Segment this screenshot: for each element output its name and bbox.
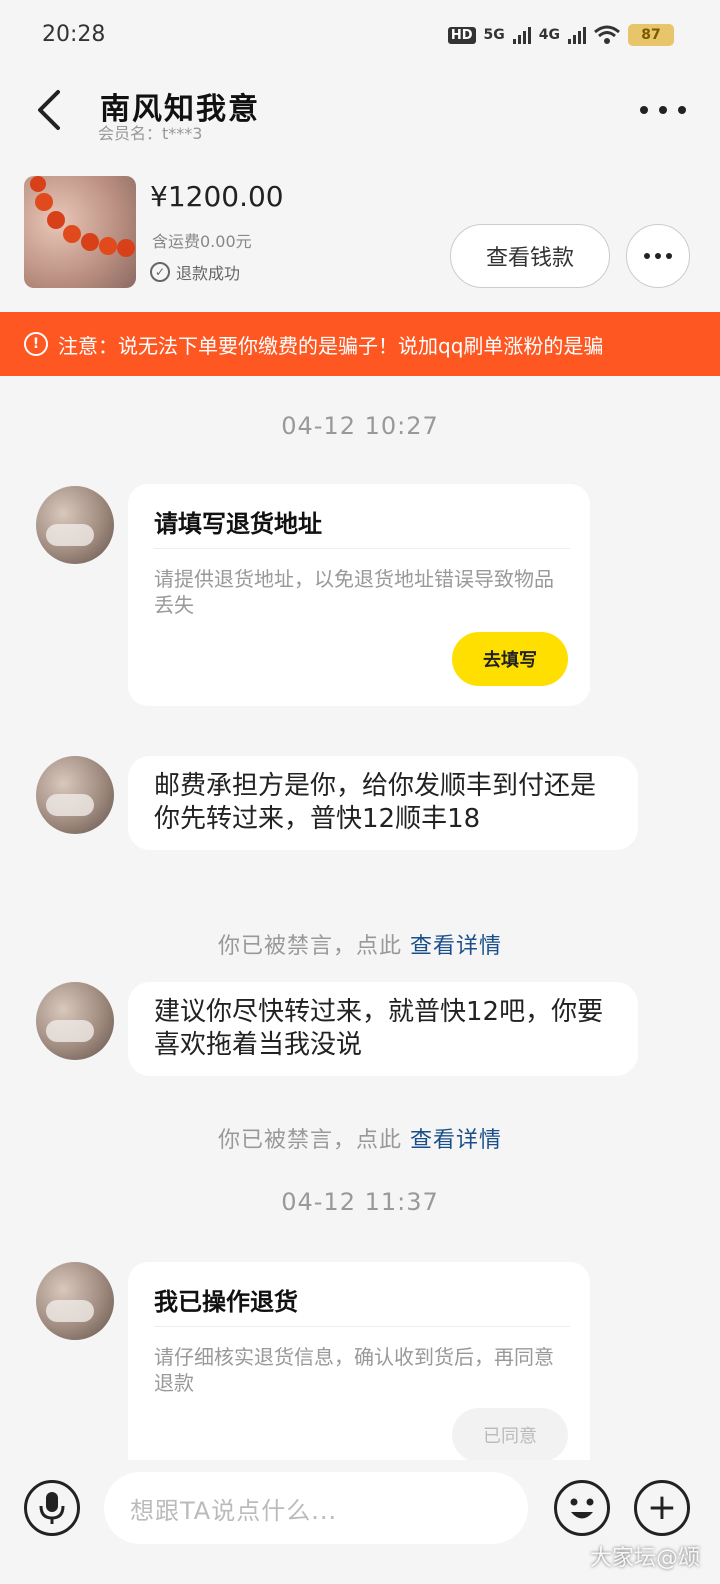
message-input[interactable]: 想跟TA说点什么... — [104, 1472, 528, 1544]
bracelet-image — [30, 176, 135, 257]
status-bar: 20:28 HD 5G 4G 87 — [0, 0, 720, 74]
plus-icon: + — [646, 1487, 678, 1528]
refund-status: ✓ 退款成功 — [150, 260, 240, 284]
order-more-button[interactable] — [626, 224, 690, 288]
dot-icon — [644, 253, 650, 259]
timestamp: 04-12 10:27 — [281, 412, 439, 440]
view-details-link[interactable]: 查看详情 — [410, 934, 502, 959]
watermark: 大家坛@颂 — [589, 1546, 700, 1571]
muted-notice: 你已被禁言，点此 查看详情 — [0, 1122, 720, 1154]
hd-icon: HD — [447, 26, 476, 44]
chevron-left-icon — [38, 90, 60, 130]
signal-icon-2 — [568, 26, 586, 44]
emoji-button[interactable] — [554, 1480, 610, 1536]
status-time: 20:28 — [42, 22, 106, 47]
avatar[interactable] — [36, 486, 114, 564]
message-input-bar: 想跟TA说点什么... + 大家坛@颂 — [0, 1460, 720, 1584]
agreed-button: 已同意 — [452, 1408, 568, 1462]
dot-icon — [678, 106, 686, 114]
dot-icon — [659, 106, 667, 114]
view-details-link[interactable]: 查看详情 — [410, 1128, 502, 1153]
order-price: ¥1200.00 — [150, 180, 284, 213]
muted-notice: 你已被禁言，点此 查看详情 — [0, 928, 720, 960]
divider — [154, 1326, 570, 1327]
refund-status-label: 退款成功 — [176, 264, 241, 283]
avatar[interactable] — [36, 1262, 114, 1340]
return-operated-card: 我已操作退货 请仔细核实退货信息，确认收到货后，再同意退款 已同意 — [128, 1262, 590, 1472]
order-summary: ¥1200.00 含运费0.00元 ✓ 退款成功 查看钱款 — [0, 164, 720, 304]
microphone-icon — [39, 1492, 65, 1524]
check-circle-icon: ✓ — [150, 262, 170, 282]
card-description: 请提供退货地址，以免退货地址错误导致物品丢失 — [154, 567, 554, 617]
alert-icon: ! — [24, 332, 48, 356]
shipping-fee: 含运费0.00元 — [152, 232, 252, 251]
battery-icon: 87 — [628, 24, 674, 46]
fill-address-button[interactable]: 去填写 — [452, 632, 568, 686]
muted-text: 你已被禁言，点此 — [217, 934, 402, 959]
status-icons: HD 5G 4G 87 — [447, 24, 674, 46]
smiley-icon — [570, 1498, 594, 1519]
timestamp: 04-12 11:37 — [281, 1188, 439, 1216]
chat-header: 南风知我意 会员名：t***3 — [0, 74, 720, 154]
message-bubble: 建议你尽快转过来，就普快12吧，你要喜欢拖着当我没说 — [128, 982, 638, 1076]
card-description: 请仔细核实退货信息，确认收到货后，再同意退款 — [154, 1345, 554, 1395]
wifi-icon — [594, 25, 620, 44]
signal-icon — [512, 26, 531, 44]
dot-icon — [655, 253, 661, 259]
network-5g-label: 5G — [483, 27, 505, 43]
view-money-button[interactable]: 查看钱款 — [450, 224, 610, 288]
member-name: 会员名：t***3 — [98, 124, 203, 143]
return-address-card: 请填写退货地址 请提供退货地址，以免退货地址错误导致物品丢失 去填写 — [128, 484, 590, 706]
avatar[interactable] — [36, 982, 114, 1060]
message-bubble: 邮费承担方是你，给你发顺丰到付还是你先转过来，普快12顺丰18 — [128, 756, 638, 850]
warning-text: 注意：说无法下单要你缴费的是骗子！说加qq刷单涨粉的是骗 — [58, 333, 604, 358]
add-attachment-button[interactable]: + — [634, 1480, 690, 1536]
product-thumbnail[interactable] — [24, 176, 136, 288]
dot-icon — [666, 253, 672, 259]
muted-text: 你已被禁言，点此 — [217, 1128, 402, 1153]
scam-warning-banner: ! 注意：说无法下单要你缴费的是骗子！说加qq刷单涨粉的是骗 — [0, 312, 720, 376]
voice-button[interactable] — [24, 1480, 80, 1536]
divider — [154, 548, 570, 549]
back-button[interactable] — [30, 88, 70, 132]
card-title: 我已操作退货 — [154, 1287, 298, 1316]
card-title: 请填写退货地址 — [154, 509, 322, 538]
more-menu-button[interactable] — [640, 96, 686, 124]
dot-icon — [640, 106, 648, 114]
network-4g-label: 4G — [538, 27, 560, 43]
avatar[interactable] — [36, 756, 114, 834]
